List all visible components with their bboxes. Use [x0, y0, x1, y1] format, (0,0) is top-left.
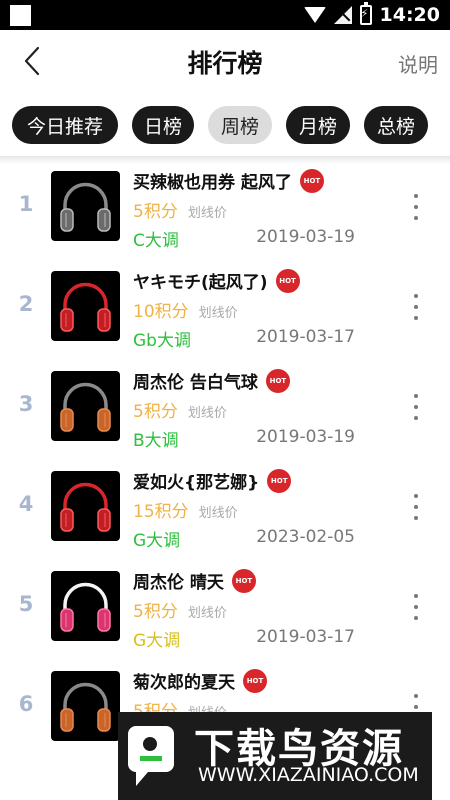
song-title-line: 菊次郎的夏天 HOT [133, 668, 267, 693]
song-date: 2019-03-19 [256, 227, 355, 247]
price-value: 10积分 [133, 302, 189, 322]
tab-today[interactable]: 今日推荐 [12, 106, 118, 144]
app-header: 排行榜 说明 [0, 30, 450, 94]
ranking-list: 1 买辣椒也用券 起风了 HOT 5积分 划线价 C大调 2019-03-19 [0, 164, 450, 764]
song-title: 菊次郎的夏天 [133, 673, 235, 693]
song-key: G大调 [133, 531, 181, 551]
more-options-icon[interactable] [412, 394, 420, 420]
rank-number: 4 [18, 492, 34, 516]
tab-total[interactable]: 总榜 [364, 106, 428, 144]
more-options-icon[interactable] [412, 494, 420, 520]
song-date: 2019-03-19 [256, 427, 355, 447]
song-key: C大调 [133, 231, 179, 251]
status-bar: 14:20 [0, 0, 450, 30]
song-title: 周杰伦 晴天 [133, 573, 224, 593]
song-cover [51, 171, 120, 241]
song-title-line: 爱如火{那艺娜} HOT [133, 468, 292, 493]
more-options-icon[interactable] [412, 594, 420, 620]
help-button[interactable]: 说明 [398, 49, 438, 78]
status-time: 14:20 [379, 4, 440, 26]
price-line: 5积分 划线价 [133, 397, 227, 422]
signal-icon [333, 6, 352, 24]
watermark-url: WWW.XIAZAINIAO.COM [198, 764, 419, 786]
rank-number: 1 [18, 192, 34, 216]
more-options-icon[interactable] [412, 194, 420, 220]
hot-badge-icon: HOT [267, 468, 292, 493]
rank-number: 3 [18, 392, 34, 416]
song-title: 爱如火{那艺娜} [133, 473, 260, 493]
strike-price-label: 划线价 [187, 406, 227, 421]
bird-logo-icon [128, 726, 174, 786]
hot-badge-icon: HOT [275, 268, 300, 293]
hot-badge-icon: HOT [231, 568, 256, 593]
more-options-icon[interactable] [412, 294, 420, 320]
strike-price-label: 划线价 [198, 506, 238, 521]
headphones-icon [60, 282, 111, 332]
song-title: 买辣椒也用券 起风了 [133, 173, 292, 193]
song-title-line: ヤキモチ(起风了) HOT [133, 268, 300, 293]
song-key: G大调 [133, 631, 181, 651]
song-title-line: 买辣椒也用券 起风了 HOT [133, 168, 324, 193]
watermark-banner: 下载鸟资源 WWW.XIAZAINIAO.COM [118, 712, 432, 800]
song-title-line: 周杰伦 晴天 HOT [133, 568, 256, 593]
price-value: 15积分 [133, 502, 189, 522]
wifi-icon [303, 7, 326, 23]
song-date: 2019-03-17 [256, 627, 355, 647]
tab-monthly[interactable]: 月榜 [286, 106, 350, 144]
battery-charging-icon [359, 2, 372, 25]
song-date: 2019-03-17 [256, 327, 355, 347]
price-value: 5积分 [133, 402, 178, 422]
song-cover [51, 271, 120, 341]
headphones-icon [60, 482, 111, 532]
rank-number: 6 [18, 692, 34, 716]
song-cover [51, 571, 120, 641]
song-cover [51, 671, 120, 741]
rank-row[interactable]: 1 买辣椒也用券 起风了 HOT 5积分 划线价 C大调 2019-03-19 [0, 164, 450, 264]
hot-badge-icon: HOT [243, 668, 267, 693]
rank-number: 2 [18, 292, 34, 316]
strike-price-label: 划线价 [187, 606, 227, 621]
tabs-divider [0, 156, 450, 164]
song-cover [51, 471, 120, 541]
headphones-icon [60, 582, 111, 632]
price-line: 5积分 划线价 [133, 597, 227, 622]
price-line: 15积分 划线价 [133, 497, 238, 522]
rank-row[interactable]: 3 周杰伦 告白气球 HOT 5积分 划线价 B大调 2019-03-19 [0, 364, 450, 464]
headphones-icon [60, 182, 111, 232]
song-key: Gb大调 [133, 331, 191, 351]
song-title: 周杰伦 告白气球 [133, 373, 258, 393]
song-cover [51, 371, 120, 441]
song-title: ヤキモチ(起风了) [133, 273, 268, 293]
tab-daily[interactable]: 日榜 [132, 106, 194, 144]
song-date: 2023-02-05 [256, 527, 355, 547]
rank-tabs: 今日推荐 日榜 周榜 月榜 总榜 [0, 94, 450, 156]
price-line: 5积分 划线价 [133, 197, 227, 222]
rank-row[interactable]: 5 周杰伦 晴天 HOT 5积分 划线价 G大调 2019-03-17 [0, 564, 450, 664]
page-title: 排行榜 [187, 49, 263, 78]
hot-badge-icon: HOT [299, 168, 324, 193]
strike-price-label: 划线价 [187, 206, 227, 221]
rank-row[interactable]: 2 ヤキモチ(起风了) HOT 10积分 划线价 Gb大调 2019-03-17 [0, 264, 450, 364]
song-key: B大调 [133, 431, 179, 451]
price-value: 5积分 [133, 602, 178, 622]
headphones-icon [60, 682, 111, 732]
song-title-line: 周杰伦 告白气球 HOT [133, 368, 290, 393]
hot-badge-icon: HOT [265, 368, 290, 393]
tab-weekly[interactable]: 周榜 [208, 106, 272, 144]
rank-number: 5 [18, 592, 34, 616]
headphones-icon [60, 382, 111, 432]
rank-row[interactable]: 4 爱如火{那艺娜} HOT 15积分 划线价 G大调 2023-02-05 [0, 464, 450, 564]
strike-price-label: 划线价 [198, 306, 238, 321]
notification-icon [10, 5, 31, 26]
price-value: 5积分 [133, 202, 178, 222]
price-line: 10积分 划线价 [133, 297, 238, 322]
